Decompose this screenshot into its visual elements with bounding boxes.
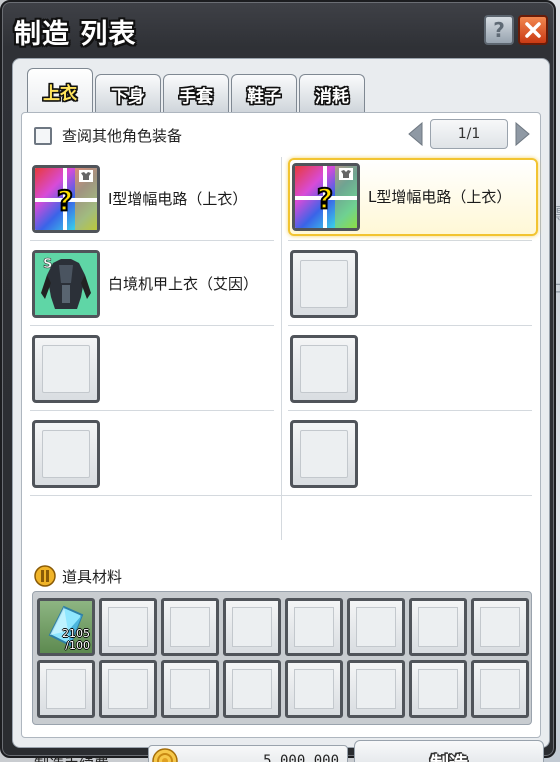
materials-icon (34, 565, 56, 587)
craft-button[interactable]: 制造 (354, 740, 544, 762)
crafting-panel: 上衣 下身 手套 鞋子 消耗 查阅其他角色装备 1/1 ? I型增幅电路（上衣）… (12, 58, 550, 762)
view-other-checkbox[interactable] (34, 126, 52, 145)
crafting-window: 制造 列表 ? 上衣 下身 手套 鞋子 消耗 查阅其他角色装备 1/1 ? I型… (0, 0, 556, 762)
material-slot (161, 598, 219, 656)
help-button[interactable]: ? (484, 15, 514, 45)
recipe-empty-slot (32, 330, 282, 408)
material-slot (223, 598, 281, 656)
material-slot (471, 598, 529, 656)
page-indicator: 1/1 (430, 119, 508, 149)
recipe-empty-slot (290, 415, 540, 493)
close-icon (525, 22, 541, 38)
mystery-box-icon: ? (32, 165, 100, 233)
recipe-item[interactable]: S 白境机甲上衣（艾因） (32, 245, 282, 323)
empty-slot (290, 335, 358, 403)
armor-top-icon: S (32, 250, 100, 318)
recipe-empty-slot (32, 415, 282, 493)
material-slot (409, 660, 467, 718)
pagination: 1/1 (406, 119, 532, 149)
window-title: 制造 列表 (14, 19, 137, 50)
tab-bottom[interactable]: 下身 (95, 74, 161, 114)
empty-slot (290, 250, 358, 318)
tab-top[interactable]: 上衣 (27, 68, 93, 114)
material-slot (223, 660, 281, 718)
recipe-item-name: 白境机甲上衣（艾因） (108, 275, 259, 293)
fee-display: 5,000,000 (148, 745, 348, 762)
material-slot (471, 660, 529, 718)
material-slot (99, 660, 157, 718)
category-tabs: 上衣 下身 手套 鞋子 消耗 (27, 68, 365, 114)
material-slot (37, 660, 95, 718)
recipe-list-area: 查阅其他角色装备 1/1 ? I型增幅电路（上衣） ? L型增幅电路（上衣） S… (21, 112, 544, 762)
mystery-box-icon: ? (292, 163, 360, 231)
material-slot (347, 598, 405, 656)
material-slot (285, 598, 343, 656)
material-slot[interactable]: 2105 /100 (37, 598, 95, 656)
materials-title: 道具材料 (62, 567, 123, 586)
close-button[interactable] (518, 15, 548, 45)
recipe-item-selected[interactable]: ? L型增幅电路（上衣） (288, 158, 538, 236)
materials-grid: 2105 /100 (32, 591, 532, 725)
tab-shoes[interactable]: 鞋子 (231, 74, 297, 114)
material-slot (285, 660, 343, 718)
svg-text:?: ? (317, 182, 333, 215)
view-other-characters-toggle[interactable]: 查阅其他角色装备 (34, 125, 182, 146)
view-other-label: 查阅其他角色装备 (62, 127, 183, 145)
next-page-button[interactable] (512, 121, 532, 147)
recipe-item-name: I型增幅电路（上衣） (108, 190, 248, 208)
empty-slot (32, 335, 100, 403)
prev-page-button[interactable] (406, 121, 426, 147)
material-count: 2105 /100 (62, 627, 90, 652)
material-slot (99, 598, 157, 656)
fee-label: 制造手续费 (34, 753, 109, 762)
recipe-empty-slot (290, 245, 540, 323)
fee-value: 5,000,000 (263, 753, 339, 762)
recipe-item-name: L型增幅电路（上衣） (368, 188, 512, 206)
tab-consumables[interactable]: 消耗 (299, 74, 365, 114)
material-slot (347, 660, 405, 718)
material-slot (409, 598, 467, 656)
gold-coin-icon (152, 748, 178, 762)
materials-header: 道具材料 (34, 565, 122, 587)
craft-button-label: 制造 (430, 749, 468, 762)
tab-gloves[interactable]: 手套 (163, 74, 229, 114)
material-slot (161, 660, 219, 718)
empty-slot (32, 420, 100, 488)
svg-text:S: S (43, 257, 52, 272)
recipe-empty-slot (290, 330, 540, 408)
empty-slot (290, 420, 358, 488)
svg-text:?: ? (57, 184, 73, 217)
recipe-item[interactable]: ? I型增幅电路（上衣） (32, 160, 282, 238)
